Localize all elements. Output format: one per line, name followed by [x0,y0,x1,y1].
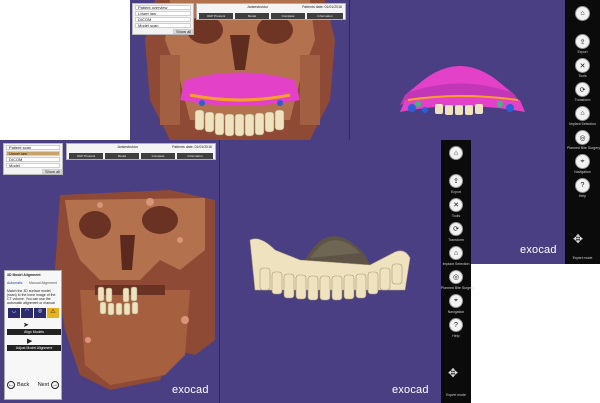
back-toolbar-footer: Expert mode [572,256,593,260]
front-arch-render [249,236,411,301]
front-toolbar-label-navigation: Navigation [447,310,465,314]
front-topbar-btn-3[interactable]: Information [177,153,213,159]
front-topbar-dates: Patients date: 01/01/2016 [172,145,212,149]
back-dataset-panel: Patient overview Lower jaw DICOM Model s… [132,3,194,35]
teeth-upper-icon[interactable]: ◡ [8,308,20,318]
wizard-tab-manual[interactable]: Manual Alignment [29,281,57,285]
back-topbar-title: Jankestruktur [247,5,269,9]
teeth-lower-icon[interactable]: ◠ [21,308,33,318]
back-right-toolbar: ⌂ ⇪ Export ✕ Tools ⟳ Transform ⌂ Implant… [565,0,600,264]
back-toolbar-label-tools: Tools [578,74,587,78]
front-implant-icon[interactable]: ⌂ [449,246,463,260]
front-toolbar-label-implant: Implant Selection [442,262,470,266]
front-expand-arrows-icon[interactable]: ✥ [448,366,458,380]
back-topbar-btn-0[interactable]: OHP Protocol [199,13,233,19]
back-home-icon[interactable]: ⌂ [575,6,590,21]
front-panel-item-3[interactable]: Model [6,163,60,168]
back-viewport-left[interactable]: Patient overview Lower jaw DICOM Model s… [130,0,350,140]
back-topbar-dates: Patients date: 01/01/2016 [302,5,342,9]
back-toolbar-label-help: Help [578,194,587,198]
wizard-tab-automatic[interactable]: Automatic [7,281,23,285]
back-panel-item-2[interactable]: DICOM [135,17,191,22]
front-toolbar-label-tools: Tools [451,214,461,218]
front-show-all-button[interactable]: Show all [42,169,62,174]
align-models-button[interactable]: Align Models [7,329,61,335]
back-toolbar-label-implant: Implant Selection [569,122,596,126]
front-topbar: Jankestruktur Patients date: 01/01/2016 … [66,143,216,160]
front-panel-item-2[interactable]: DICOM [6,157,60,162]
back-brand-logo: exocad [520,244,557,256]
warning-icon[interactable]: ⚠ [47,308,59,318]
wizard-next-button[interactable]: Next → [38,381,59,389]
arrow-left-icon: ← [7,381,15,389]
wizard-back-label: Back [17,382,30,388]
back-panel-item-3[interactable]: Model scan [135,23,191,28]
front-topbar-btn-2[interactable]: Complete [141,153,175,159]
back-toolbar-label-bite: Planned Bite Surgery [567,146,600,150]
wizard-option-icons: ◡ ◠ ◎ ⚠ [8,308,60,318]
front-right-brand-logo: exocad [392,384,429,396]
teeth-both-icon[interactable]: ◎ [34,308,46,318]
back-topbar-btn-1[interactable]: Model [235,13,269,19]
front-toolbar-label-export: Export [450,190,462,194]
front-export-icon[interactable]: ⇪ [449,174,463,188]
front-toolbar-label-help: Help [452,334,460,338]
front-panel-item-0[interactable]: Patient scan [6,145,60,150]
back-navigation-icon[interactable]: ⌖ [575,154,590,169]
arrow-right-icon: → [51,381,59,389]
back-toolbar-label-transform: Transform [574,98,591,102]
front-right-toolbar: ⌂ ⇪ Export ✕ Tools ⟳ Transform ⌂ Implant… [441,140,475,403]
front-bite-icon[interactable]: ◎ [449,270,463,284]
back-transform-icon[interactable]: ⟳ [575,82,590,97]
back-export-icon[interactable]: ⇪ [575,34,590,49]
back-topbar-btn-2[interactable]: Complete [271,13,305,19]
front-toolbar-label-bite: Planned Bite Surgery [441,286,475,290]
back-toolbar-label-export: Export [577,50,588,54]
front-dataset-panel: Patient scan Upper jaw DICOM Model Show … [3,143,63,175]
front-toolbar-footer: Expert mode [446,393,466,397]
back-show-all-button[interactable]: Show all [173,29,193,34]
front-window: Patient scan Upper jaw DICOM Model Show … [0,140,460,403]
back-topbar: Jankestruktur Patients date: 01/01/2016 … [196,3,346,20]
play-icon: ▶ [27,338,33,345]
wizard-next-label: Next [37,382,49,388]
back-panel-item-1[interactable]: Lower jaw [135,11,191,16]
front-help-icon[interactable]: ? [449,318,463,332]
back-topbar-btn-3[interactable]: Information [307,13,343,19]
back-expand-arrows-icon[interactable]: ✥ [573,232,583,246]
back-panel-item-0[interactable]: Patient overview [135,5,191,10]
front-topbar-btn-0[interactable]: OHP Protocol [69,153,103,159]
back-bite-icon[interactable]: ◎ [575,130,590,145]
wizard-back-button[interactable]: ← Back [7,381,29,389]
front-home-icon[interactable]: ⌂ [449,146,463,160]
back-tools-icon[interactable]: ✕ [575,58,590,73]
adjust-alignment-button[interactable]: Adjust Model Alignment [7,345,61,351]
front-transform-icon[interactable]: ⟳ [449,222,463,236]
pointer-icon: ➤ [23,322,29,329]
back-toolbar-label-navigation: Navigation [574,170,591,174]
front-tools-icon[interactable]: ✕ [449,198,463,212]
back-implant-icon[interactable]: ⌂ [575,106,590,121]
front-left-brand-logo: exocad [172,384,209,396]
front-navigation-icon[interactable]: ⌖ [449,294,463,308]
front-panel-item-1[interactable]: Upper jaw [6,151,60,156]
back-help-icon[interactable]: ? [575,178,590,193]
wizard-title: 3D Model Alignment [7,273,41,277]
alignment-wizard-panel: 3D Model Alignment Automatic Manual Alig… [4,270,62,400]
front-toolbar-label-transform: Transform [448,238,464,242]
wizard-instructions: Match the 3D surface model (scan) to the… [7,289,56,305]
front-topbar-btn-1[interactable]: Model [105,153,139,159]
front-topbar-title: Jankestruktur [117,145,139,149]
